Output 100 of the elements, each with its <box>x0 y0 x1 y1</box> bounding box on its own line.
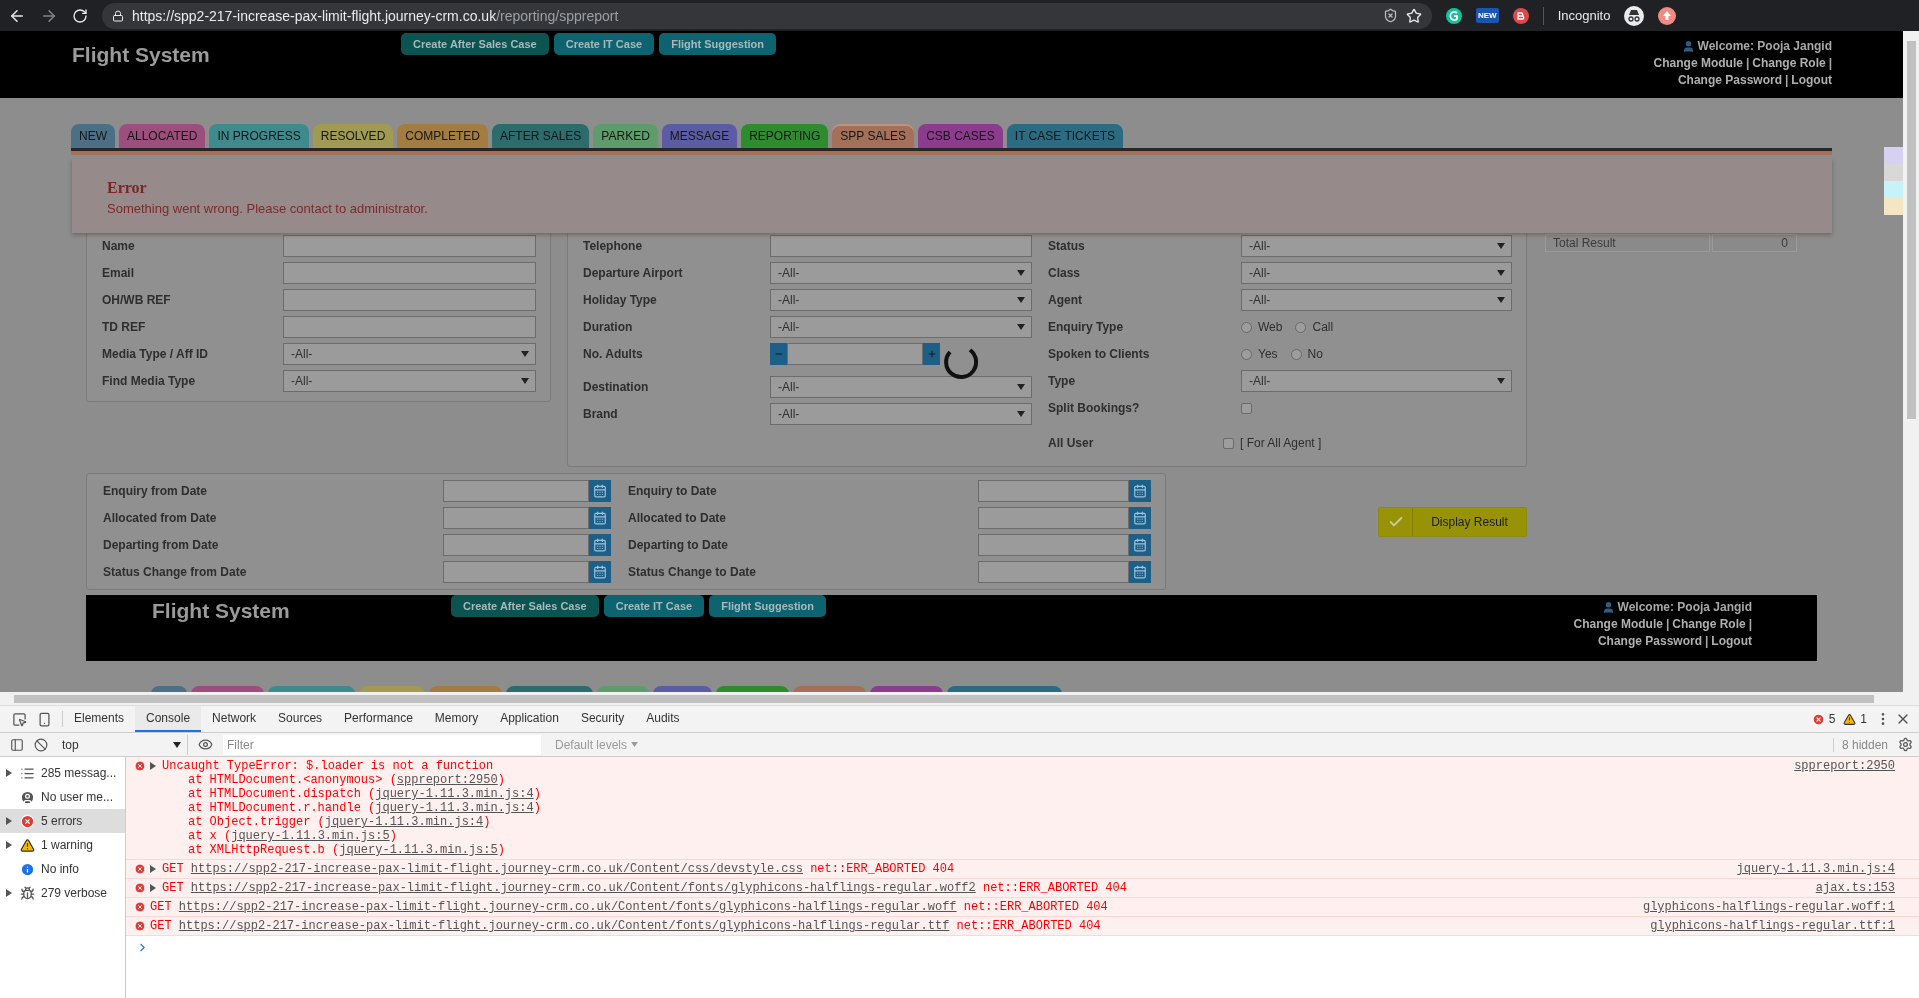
header-link[interactable]: Change Password <box>1677 73 1782 87</box>
vertical-scrollbar[interactable] <box>1903 31 1919 692</box>
select-field[interactable]: -All- <box>1241 235 1512 257</box>
checkbox[interactable] <box>1241 402 1252 414</box>
expand-arrow-icon[interactable] <box>150 762 156 770</box>
sidebar-item[interactable]: No info <box>0 857 125 881</box>
source-link[interactable]: jquery-1.11.3.min.js:4 <box>1736 862 1895 876</box>
extension-icon[interactable] <box>1512 7 1529 24</box>
select-field[interactable]: -All- <box>770 262 1032 284</box>
calendar-button[interactable] <box>1129 561 1151 583</box>
sidebar-item[interactable]: No user me... <box>0 785 125 809</box>
source-link[interactable]: sppreport:2950 <box>1794 759 1895 773</box>
incognito-icon[interactable] <box>1624 5 1645 26</box>
devtools-tab[interactable]: Memory <box>423 706 490 732</box>
source-link[interactable]: sppreport:2950 <box>396 773 498 787</box>
text-input[interactable] <box>283 262 536 284</box>
devtools-tab[interactable]: Elements <box>63 706 136 732</box>
calendar-button[interactable] <box>1129 507 1151 529</box>
text-input[interactable] <box>770 235 1032 257</box>
url-link[interactable]: https://spp2-217-increase-pax-limit-flight.journey-crm.co.uk/Content/fonts/glyphicons-halflings-regular.ttf <box>178 919 950 933</box>
select-field[interactable]: -All- <box>283 343 536 365</box>
nav-tab[interactable]: RESOLVED <box>312 124 394 148</box>
update-icon[interactable] <box>1658 6 1677 25</box>
nav-tab[interactable]: PARKED <box>593 124 658 148</box>
extension-badge[interactable]: NEW <box>1476 8 1499 23</box>
calendar-button[interactable] <box>589 534 611 556</box>
devtools-tab[interactable]: Sources <box>267 706 334 732</box>
source-link[interactable]: jquery-1.11.3.min.js:5 <box>231 829 390 843</box>
header-button[interactable]: Create After Sales Case <box>401 33 549 55</box>
source-link[interactable]: ajax.ts:153 <box>1815 881 1895 895</box>
select-field[interactable]: -All- <box>283 370 536 392</box>
shield-icon[interactable] <box>1383 8 1398 23</box>
header-link[interactable]: Change Password <box>1597 634 1702 648</box>
nav-tab[interactable]: SPP SALES <box>832 124 915 148</box>
number-input[interactable] <box>787 343 923 365</box>
select-field[interactable]: -All- <box>770 403 1032 425</box>
nav-tab[interactable]: COMPLETED <box>397 124 488 148</box>
source-link[interactable]: jquery-1.11.3.min.js:4 <box>375 801 534 815</box>
checkbox[interactable] <box>1223 437 1234 449</box>
date-input[interactable] <box>443 480 589 502</box>
extension-icon[interactable] <box>1446 7 1462 24</box>
date-input[interactable] <box>443 534 589 556</box>
clear-icon[interactable] <box>34 737 48 752</box>
date-input[interactable] <box>978 507 1129 529</box>
source-link[interactable]: jquery-1.11.3.min.js:5 <box>339 843 498 857</box>
device-icon[interactable] <box>37 711 52 727</box>
source-link[interactable]: glyphicons-halflings-regular.woff:1 <box>1642 900 1895 914</box>
header-link[interactable]: Change Module <box>1653 56 1743 70</box>
expand-arrow-icon[interactable] <box>6 817 12 825</box>
sidebar-item[interactable]: 279 verbose <box>0 881 125 905</box>
error-count[interactable]: 5 <box>1828 712 1836 726</box>
settings-icon[interactable] <box>1898 737 1913 752</box>
text-input[interactable] <box>283 316 536 338</box>
expand-arrow-icon[interactable] <box>6 841 12 849</box>
sidebar-item[interactable]: 5 errors <box>0 809 125 833</box>
header-link[interactable]: Logout <box>1791 73 1832 87</box>
url-link[interactable]: https://spp2-217-increase-pax-limit-flight.journey-crm.co.uk/Content/fonts/glyphicons-halflings-regular.woff <box>178 900 957 914</box>
calendar-button[interactable] <box>589 480 611 502</box>
header-link[interactable]: Change Module <box>1573 617 1663 631</box>
calendar-button[interactable] <box>589 507 611 529</box>
expand-arrow-icon[interactable] <box>6 769 12 777</box>
filter-input[interactable]: Filter <box>223 734 541 755</box>
calendar-button[interactable] <box>1129 480 1151 502</box>
radio-button[interactable] <box>1241 321 1252 333</box>
date-input[interactable] <box>978 534 1129 556</box>
expand-arrow-icon[interactable] <box>6 889 12 897</box>
devtools-tab[interactable]: Security <box>569 706 636 732</box>
url-link[interactable]: https://spp2-217-increase-pax-limit-flight.journey-crm.co.uk/Content/fonts/glyphicons-halflings-regular.woff2 <box>190 881 976 895</box>
header-link[interactable]: Logout <box>1711 634 1752 648</box>
text-input[interactable] <box>283 289 536 311</box>
select-field[interactable]: -All- <box>1241 262 1512 284</box>
calendar-button[interactable] <box>589 561 611 583</box>
devtools-tab[interactable]: Audits <box>635 706 691 732</box>
star-icon[interactable] <box>1406 7 1422 24</box>
radio-button[interactable] <box>1241 348 1252 360</box>
date-input[interactable] <box>443 561 589 583</box>
radio-button[interactable] <box>1290 348 1302 360</box>
select-field[interactable]: -All- <box>770 289 1032 311</box>
source-link[interactable]: jquery-1.11.3.min.js:4 <box>324 815 484 829</box>
date-input[interactable] <box>443 507 589 529</box>
nav-tab[interactable]: REPORTING <box>741 124 829 148</box>
context-select[interactable]: top <box>58 734 188 755</box>
select-field[interactable]: -All- <box>1241 289 1512 311</box>
devtools-tab[interactable]: Application <box>489 706 570 732</box>
expand-arrow-icon[interactable] <box>150 865 156 873</box>
date-input[interactable] <box>978 561 1129 583</box>
header-link[interactable]: Change Role <box>1752 56 1826 70</box>
header-button[interactable]: Create After Sales Case <box>451 595 599 617</box>
calendar-button[interactable] <box>1129 534 1151 556</box>
sidebar-toggle-icon[interactable] <box>10 737 24 752</box>
source-link[interactable]: glyphicons-halflings-regular.ttf:1 <box>1650 919 1895 933</box>
devtools-tab[interactable]: Network <box>201 706 268 732</box>
address-bar[interactable]: https://spp2-217-increase-pax-limit-flight.journey-crm.co.uk/reporting/sppreport <box>102 2 1432 29</box>
devtools-tab[interactable]: Console <box>135 706 202 732</box>
eye-icon[interactable] <box>198 737 213 752</box>
warning-count[interactable]: 1 <box>1860 712 1867 726</box>
expand-arrow-icon[interactable] <box>150 884 156 892</box>
date-input[interactable] <box>978 480 1129 502</box>
reload-icon[interactable] <box>72 7 88 24</box>
select-field[interactable]: -All- <box>1241 370 1512 392</box>
